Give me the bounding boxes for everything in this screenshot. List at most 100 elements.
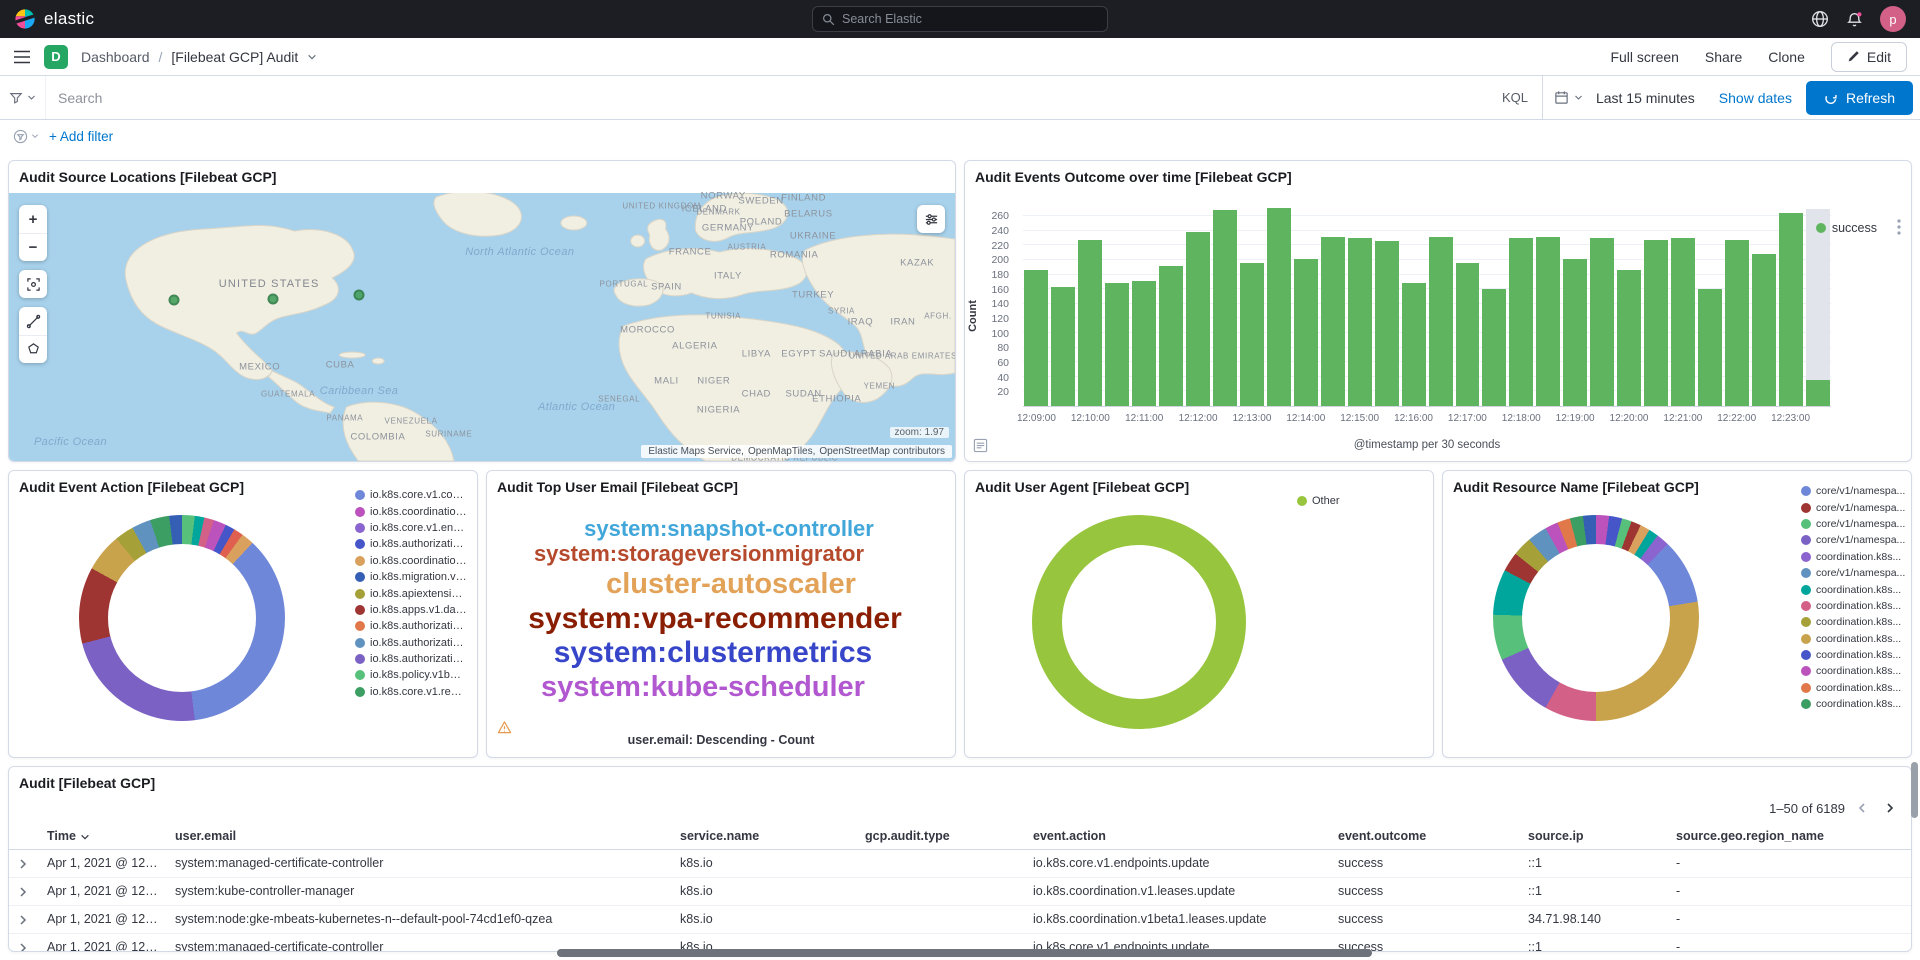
bar[interactable] (1321, 237, 1345, 406)
user-agent-donut-chart[interactable] (1032, 515, 1246, 729)
map-draw-shape-button[interactable] (19, 335, 47, 363)
resource-name-donut-chart[interactable] (1493, 515, 1699, 721)
legend-item[interactable]: Other (1297, 493, 1367, 509)
vertical-scrollbar[interactable] (1911, 762, 1918, 818)
warning-icon[interactable] (497, 720, 512, 735)
column-header-gcp-audit-type[interactable]: gcp.audit.type (857, 823, 1025, 850)
legend-item[interactable]: core/v1/namespa... (1801, 532, 1907, 548)
legend-item[interactable]: core/v1/namespa... (1801, 483, 1907, 499)
tag-cloud-word[interactable]: system:snapshot-controller (584, 517, 874, 542)
expand-row-button[interactable] (9, 878, 39, 906)
global-search[interactable] (812, 6, 1108, 32)
edit-button[interactable]: Edit (1831, 42, 1907, 72)
bar[interactable] (1429, 237, 1453, 406)
map-data-marker[interactable] (354, 290, 365, 301)
share-button[interactable]: Share (1705, 49, 1742, 65)
event-action-donut-chart[interactable] (79, 515, 285, 721)
bar[interactable] (1267, 208, 1291, 406)
bar[interactable] (1132, 281, 1156, 406)
chevron-down-icon[interactable] (307, 52, 317, 62)
legend-item[interactable]: coordination.k8s... (1801, 663, 1907, 679)
bar[interactable] (1509, 238, 1533, 406)
legend-item[interactable]: core/v1/namespa... (1801, 565, 1907, 581)
legend-menu-icon[interactable] (1897, 219, 1901, 235)
breadcrumb-dashboard[interactable]: Dashboard (81, 49, 150, 65)
bar[interactable] (1348, 238, 1372, 406)
legend-item[interactable]: io.k8s.core.v1.resou... (355, 684, 467, 700)
legend-item[interactable]: coordination.k8s... (1801, 696, 1907, 712)
column-header-user-email[interactable]: user.email (167, 823, 672, 850)
bar[interactable] (1375, 241, 1399, 406)
bar[interactable] (1725, 240, 1749, 406)
expand-row-button[interactable] (9, 850, 39, 878)
legend-item[interactable]: coordination.k8s... (1801, 680, 1907, 696)
legend-item[interactable]: coordination.k8s... (1801, 581, 1907, 597)
map-attribution-link[interactable]: Elastic Maps Service, (648, 446, 744, 457)
bar[interactable] (1105, 283, 1129, 406)
query-search-input[interactable] (58, 90, 1476, 106)
legend-item[interactable]: io.k8s.migration.v1al... (355, 569, 467, 585)
menu-hamburger-icon[interactable] (13, 50, 31, 64)
legend-item[interactable]: io.k8s.apps.v1.daem... (355, 602, 467, 618)
filter-options-button[interactable] (13, 129, 39, 144)
calendar-button[interactable] (1543, 76, 1594, 119)
legend-item[interactable]: coordination.k8s... (1801, 631, 1907, 647)
tag-cloud-word[interactable]: system:kube-scheduler (541, 671, 865, 703)
query-language-button[interactable]: KQL (1488, 90, 1542, 105)
cloud-globe-icon[interactable] (1811, 10, 1829, 28)
column-header-time[interactable]: Time (39, 823, 167, 850)
legend-item[interactable]: core/v1/namespa... (1801, 499, 1907, 515)
bar[interactable] (1806, 380, 1830, 406)
refresh-button[interactable]: Refresh (1806, 81, 1913, 115)
bar[interactable] (1644, 240, 1668, 406)
bar[interactable] (1159, 266, 1183, 406)
map-draw-line-button[interactable] (19, 307, 47, 335)
bar[interactable] (1051, 287, 1075, 406)
map-zoom-out-button[interactable]: − (19, 233, 47, 261)
bar[interactable] (1536, 237, 1560, 406)
bar[interactable] (1186, 232, 1210, 406)
bar[interactable] (1294, 259, 1318, 406)
saved-query-menu-button[interactable] (0, 76, 46, 119)
map-zoom-in-button[interactable]: + (19, 205, 47, 233)
user-avatar[interactable]: p (1880, 6, 1906, 32)
bar[interactable] (1456, 263, 1480, 406)
breadcrumb-current[interactable]: [Filebeat GCP] Audit (171, 49, 298, 65)
chart-legend[interactable]: success (1816, 221, 1877, 235)
map-attribution-link[interactable]: OpenMapTiles, (748, 446, 815, 457)
legend-item[interactable]: io.k8s.core.v1.confi... (355, 487, 467, 503)
full-screen-button[interactable]: Full screen (1610, 49, 1678, 65)
brand[interactable]: elastic (14, 8, 94, 30)
legend-item[interactable]: io.k8s.apiextensions.... (355, 585, 467, 601)
map-layers-button[interactable] (917, 205, 945, 233)
bar[interactable] (1482, 289, 1506, 406)
legend-item[interactable]: io.k8s.policy.v1beta.... (355, 667, 467, 683)
tag-cloud-word[interactable]: cluster-autoscaler (606, 568, 856, 600)
add-filter-button[interactable]: + Add filter (49, 129, 113, 144)
bar[interactable] (1024, 270, 1048, 406)
bar[interactable] (1779, 213, 1803, 406)
legend-item[interactable]: coordination.k8s... (1801, 598, 1907, 614)
map-data-marker[interactable] (168, 295, 179, 306)
legend-item[interactable]: io.k8s.authorization... (355, 635, 467, 651)
next-page-button[interactable] (1879, 797, 1901, 819)
tag-cloud-word[interactable]: system:clustermetrics (554, 636, 873, 670)
map-fit-data-button[interactable] (19, 270, 47, 298)
clone-button[interactable]: Clone (1768, 49, 1805, 65)
time-range-button[interactable]: Last 15 minutes (1594, 90, 1705, 106)
legend-item[interactable]: io.k8s.authorization... (355, 536, 467, 552)
legend-item[interactable]: io.k8s.authorization... (355, 618, 467, 634)
expand-row-button[interactable] (9, 934, 39, 953)
column-header-source-geo-region-name[interactable]: source.geo.region_name (1668, 823, 1911, 850)
legend-item[interactable]: io.k8s.coordination.... (355, 503, 467, 519)
bar[interactable] (1213, 210, 1237, 406)
show-dates-button[interactable]: Show dates (1705, 90, 1806, 106)
column-header-service-name[interactable]: service.name (672, 823, 857, 850)
bar[interactable] (1617, 270, 1641, 406)
legend-item[interactable]: coordination.k8s... (1801, 549, 1907, 565)
legend-item[interactable]: coordination.k8s... (1801, 647, 1907, 663)
tag-cloud-word[interactable]: system:storageversionmigrator (534, 542, 864, 567)
bar[interactable] (1402, 283, 1426, 406)
alerts-bell-icon[interactable] (1846, 11, 1863, 28)
bar[interactable] (1590, 238, 1614, 406)
